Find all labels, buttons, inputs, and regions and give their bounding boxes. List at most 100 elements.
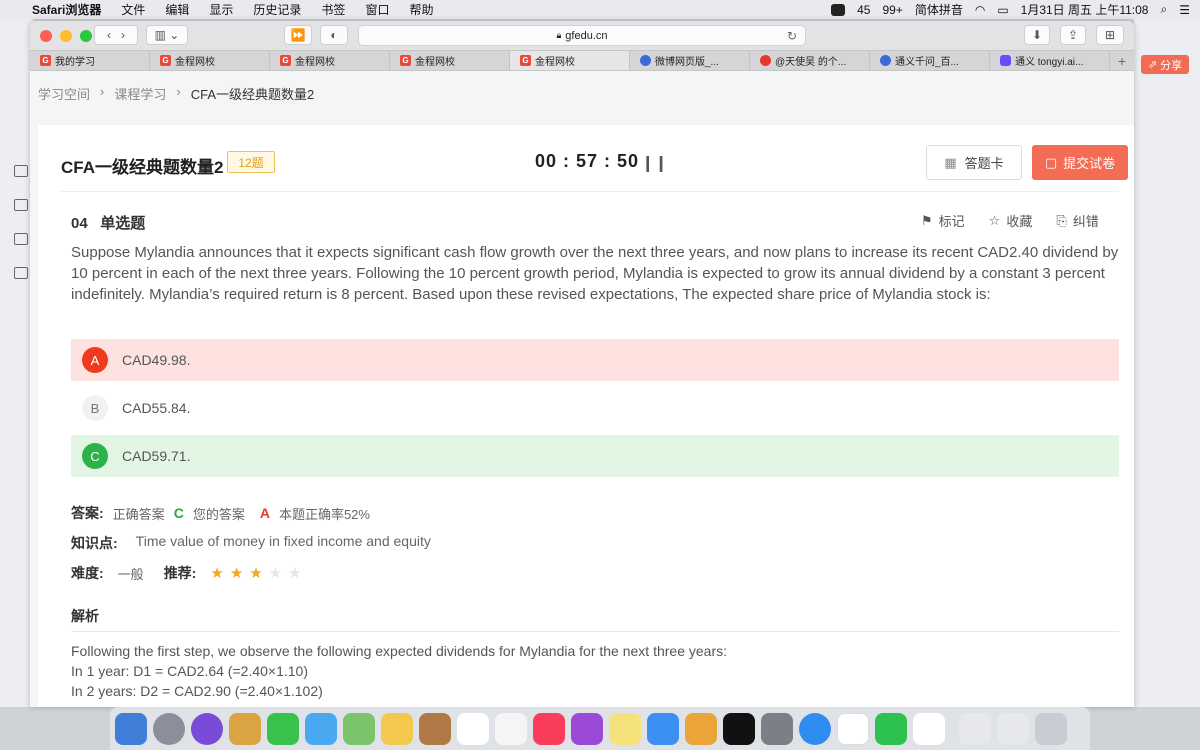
option-c[interactable]: C CAD59.71. [71, 435, 1119, 477]
answer-card-button[interactable]: ▦ 答题卡 [926, 145, 1022, 180]
safari-icon[interactable] [799, 712, 831, 745]
zoom-window-button[interactable] [80, 29, 92, 42]
messages-icon[interactable] [305, 712, 337, 745]
breadcrumb-study-space[interactable]: 学习空间 [38, 84, 90, 103]
battery-icon[interactable]: ▭ [997, 3, 1008, 17]
star-filled-icon: ★ [229, 565, 244, 582]
option-b[interactable]: B CAD55.84. [71, 387, 1119, 429]
breadcrumb-current: CFA一级经典题数量2 [190, 87, 315, 102]
clock[interactable]: 1月31日 周五 上午11:08 [1021, 1, 1149, 18]
tab-gfedu-active[interactable]: G 金程网校 [510, 51, 630, 70]
menu-help[interactable]: 帮助 [409, 1, 433, 18]
question-header: 04 单选题 [71, 212, 145, 233]
reload-icon[interactable]: ↻ [787, 29, 797, 43]
report-error-button[interactable]: ⎘ 纠错 [1056, 211, 1098, 230]
forward-extension-button[interactable]: ⏩ [284, 25, 312, 45]
new-tab-button[interactable]: + [1110, 51, 1134, 70]
privacy-button[interactable]: ◐ [320, 25, 348, 45]
menu-history[interactable]: 历史记录 [253, 1, 301, 18]
facetime-icon[interactable] [267, 712, 299, 745]
quiz-card: CFA一级经典题数量2 12题 00 : 57 : 50 ❙❙ ▦ 答题卡 ▢ … [38, 125, 1134, 707]
tab-weibo[interactable]: 微博网页版_... [630, 51, 750, 70]
bookmark-icon[interactable] [14, 165, 28, 177]
launchpad-icon[interactable] [153, 712, 185, 745]
dock [110, 707, 1090, 750]
wifi-icon[interactable]: ◠ [975, 3, 985, 17]
plus-icon: + [1117, 52, 1127, 69]
address-bar[interactable]: 🔒︎ gfedu.cn ↻ [358, 25, 806, 46]
wechat-icon[interactable] [875, 712, 907, 745]
pages-icon[interactable] [685, 712, 717, 745]
tab-my-study[interactable]: G 我的学习 [30, 51, 150, 70]
sidebar-toggle-button[interactable]: ▥ ⌄ [146, 25, 188, 45]
menu-edit[interactable]: 编辑 [165, 1, 189, 18]
tongyi-favicon-icon [1000, 55, 1011, 66]
analysis-line: In 2 years: D2 = CAD2.90 (=2.40×1.102) [71, 683, 323, 699]
menu-view[interactable]: 显示 [209, 1, 233, 18]
notes-icon[interactable] [609, 712, 641, 745]
gf-favicon-icon: G [160, 55, 171, 66]
system-preferences-icon[interactable] [761, 712, 793, 745]
tab-gfedu-2[interactable]: G 金程网校 [270, 51, 390, 70]
control-center-icon[interactable]: ☰ [1179, 3, 1190, 17]
maps-icon[interactable] [343, 712, 375, 745]
tab-gfedu-3[interactable]: G 金程网校 [390, 51, 510, 70]
tab-overview-button[interactable]: ⊞ [1096, 25, 1124, 45]
contacts-icon[interactable] [419, 712, 451, 745]
submit-exam-button[interactable]: ▢ 提交试卷 [1032, 145, 1128, 180]
analysis-title: 解析 [71, 608, 99, 624]
tab-gfedu-1[interactable]: G 金程网校 [150, 51, 270, 70]
wps-icon[interactable] [837, 712, 869, 745]
menu-app-name[interactable]: Safari浏览器 [32, 1, 101, 18]
option-text: CAD55.84. [122, 400, 191, 416]
correct-answer-value: C [173, 505, 184, 521]
search-icon[interactable]: ⌕ [1161, 2, 1168, 17]
window-controls [40, 29, 92, 42]
tab-tongyi-baidu[interactable]: 通义千问_百... [870, 51, 990, 70]
podcasts-icon[interactable] [571, 712, 603, 745]
siri-icon[interactable] [191, 712, 223, 745]
photos-icon[interactable] [381, 712, 413, 745]
wechat-count[interactable]: 99+ [882, 3, 902, 17]
favorite-button[interactable]: ☆ 收藏 [989, 211, 1033, 230]
menu-bookmarks[interactable]: 书签 [321, 1, 345, 18]
document-thumbnail-icon[interactable] [959, 712, 991, 745]
comment-icon[interactable] [14, 233, 28, 245]
pause-icon[interactable]: ❙❙ [641, 153, 668, 173]
share-icon: ⇪ [1067, 28, 1079, 42]
tab-weibo-user[interactable]: @天使吴 的个... [750, 51, 870, 70]
downloads-button[interactable]: ⬇ [1024, 25, 1050, 45]
input-method[interactable]: 简体拼音 [915, 1, 963, 18]
weibo-favicon-icon [760, 55, 771, 66]
share-button[interactable]: ⇗ 分享 [1141, 55, 1189, 74]
chevron-right-icon[interactable]: › [121, 28, 125, 42]
qq-icon[interactable] [913, 712, 945, 745]
mark-button[interactable]: ⚑ 标记 [921, 211, 965, 230]
breadcrumb-course[interactable]: 课程学习 [114, 84, 166, 103]
page-title: CFA一级经典题数量2 [61, 158, 224, 177]
chevron-left-icon[interactable]: ‹ [107, 28, 111, 42]
option-a[interactable]: A CAD49.98. [71, 339, 1119, 381]
share-icon: ⇗ [1147, 59, 1158, 71]
preview-icon[interactable] [229, 712, 261, 745]
notification-count[interactable]: 45 [857, 3, 870, 17]
back-forward-buttons[interactable]: ‹ › [94, 25, 138, 45]
wps-status-icon[interactable] [831, 3, 846, 16]
tab-tongyi[interactable]: 通义 tongyi.ai... [990, 51, 1110, 70]
copy-icon[interactable] [14, 267, 28, 279]
share-toolbar-button[interactable]: ⇪ [1060, 25, 1086, 45]
trash-icon[interactable] [1035, 712, 1067, 745]
apple-tv-icon[interactable] [723, 712, 755, 745]
reminders-icon[interactable] [495, 712, 527, 745]
close-window-button[interactable] [40, 29, 52, 42]
minimize-window-button[interactable] [60, 29, 72, 42]
keynote-icon[interactable] [647, 712, 679, 745]
finder-icon[interactable] [115, 712, 147, 745]
calendar-icon[interactable] [457, 712, 489, 745]
accuracy-rate: 本题正确率52% [278, 506, 370, 522]
screenshot-thumbnail-icon[interactable] [997, 712, 1029, 745]
menu-file[interactable]: 文件 [121, 1, 145, 18]
music-icon[interactable] [533, 712, 565, 745]
image-icon[interactable] [14, 199, 28, 211]
menu-window[interactable]: 窗口 [365, 1, 389, 18]
